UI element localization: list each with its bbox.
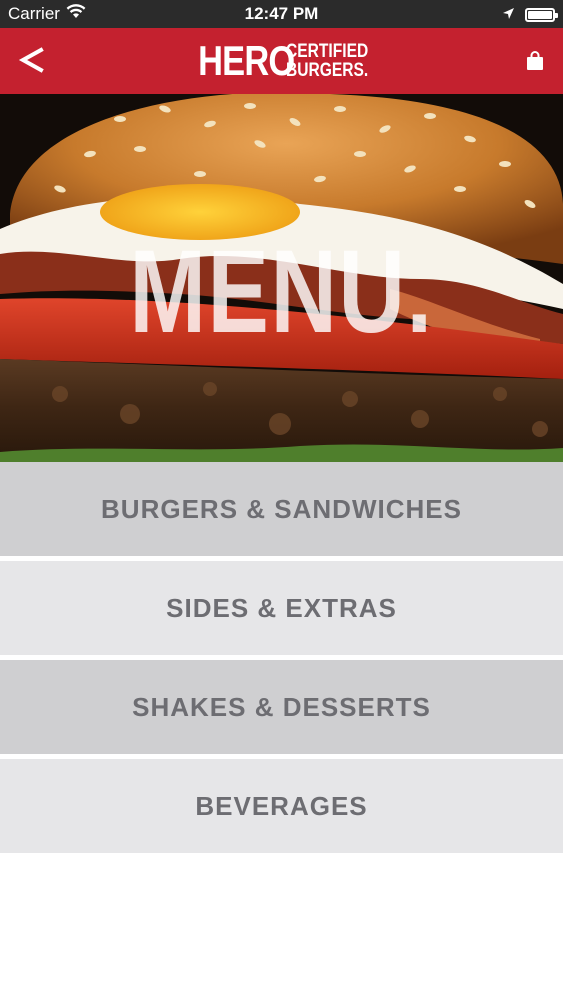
app-screen: Carrier 12:47 PM HERO CERTIFIED BURGERS.… — [0, 0, 563, 1000]
menu-item-shakes-desserts[interactable]: SHAKES & DESSERTS — [0, 660, 563, 754]
hero-title: MENU. — [129, 226, 434, 358]
menu-item-beverages[interactable]: BEVERAGES — [0, 759, 563, 853]
logo-line-certified: CERTIFIED — [286, 41, 369, 62]
status-bar: Carrier 12:47 PM — [0, 0, 563, 28]
menu-item-burgers-sandwiches[interactable]: BURGERS & SANDWICHES — [0, 462, 563, 556]
location-arrow-icon — [502, 5, 515, 25]
nav-bar: HERO CERTIFIED BURGERS. — [0, 28, 563, 94]
status-right-group — [502, 5, 558, 25]
logo-subtext: CERTIFIED BURGERS. — [286, 42, 368, 80]
hero-certified-burgers-logo: HERO CERTIFIED BURGERS. — [0, 38, 563, 84]
battery-full-icon — [525, 8, 558, 22]
shopping-bag-icon — [527, 51, 543, 70]
menu-item-sides-extras[interactable]: SIDES & EXTRAS — [0, 561, 563, 655]
burger-hero-image: MENU. — [0, 94, 563, 462]
logo-hero-text: HERO — [197, 37, 295, 84]
logo-line-burgers: BURGERS. — [286, 60, 369, 81]
status-time: 12:47 PM — [244, 4, 319, 23]
shopping-bag-button[interactable] — [521, 46, 549, 76]
menu-category-list: BURGERS & SANDWICHES SIDES & EXTRAS SHAK… — [0, 462, 563, 858]
